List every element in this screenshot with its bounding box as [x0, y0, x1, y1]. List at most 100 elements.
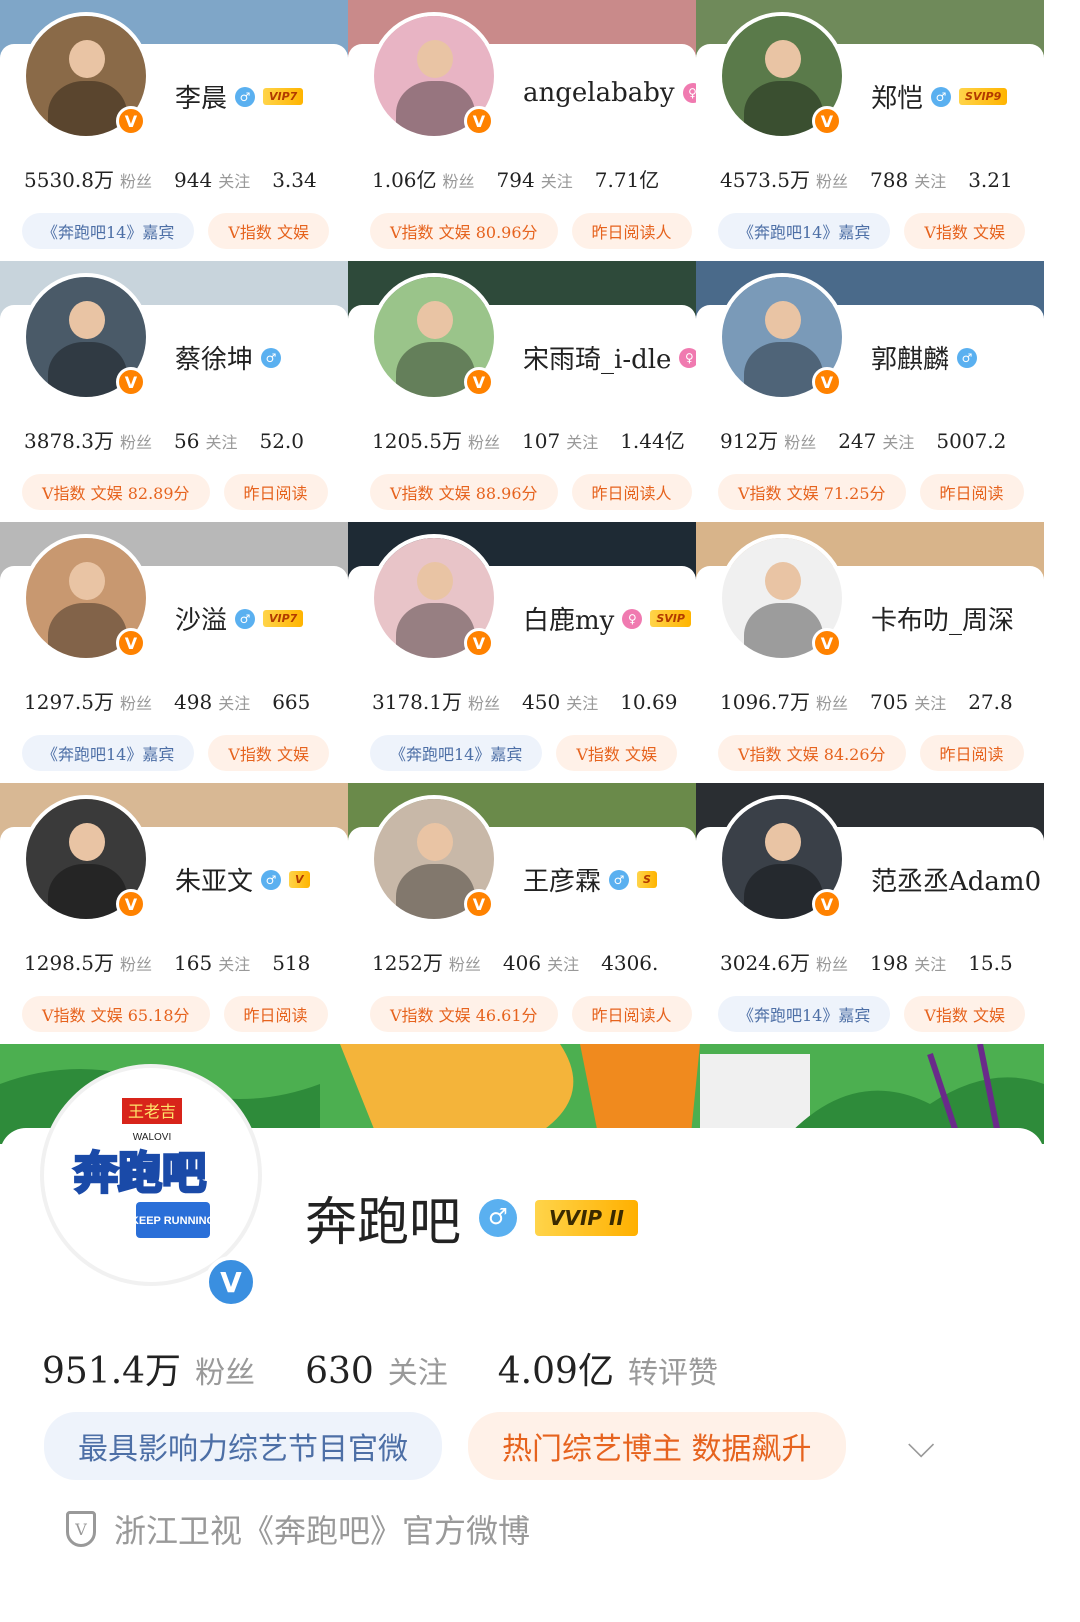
name-row: 郭麒麟 ♂: [871, 339, 978, 376]
profile-card[interactable]: Vangelababy ♀ 1.06亿 粉丝 794 关注 7.71亿 V指数 文娱 80.9…: [348, 0, 696, 261]
influence-tag[interactable]: 最具影响力综艺节目官微: [44, 1412, 442, 1480]
fans-count[interactable]: 1.06亿: [372, 168, 437, 192]
profile-tag[interactable]: V指数 文娱 46.61分: [370, 996, 558, 1032]
female-gender-icon: ♀: [682, 83, 696, 103]
profile-card[interactable]: V 李晨 ♂ VIP7 5530.8万 粉丝 944 关注 3.34 《奔跑吧14》嘉宾 V指数 文…: [0, 0, 348, 261]
female-gender-icon: ♀: [622, 608, 643, 629]
profile-tag[interactable]: 昨日阅读: [919, 474, 1024, 510]
profile-name: 蔡徐坤: [175, 345, 254, 375]
main-profile-card[interactable]: 王老吉 WALOVI 奔跑吧 KEEP RUNNING V 奔跑吧 ♂ VVIP…: [0, 1044, 1044, 1568]
profile-tag[interactable]: 昨日阅读: [919, 735, 1024, 771]
follow-label: 关注: [914, 694, 947, 713]
logo-top-text: 王老吉: [128, 1103, 176, 1121]
follow-count[interactable]: 406: [503, 951, 541, 975]
program-logo-avatar[interactable]: 王老吉 WALOVI 奔跑吧 KEEP RUNNING: [40, 1064, 262, 1286]
profile-card[interactable]: V 郭麒麟 ♂ 912万 粉丝 247 关注 5007.2 V指数 文娱 71.25分 昨日阅读: [696, 261, 1044, 522]
vip-badge[interactable]: SVIP: [650, 610, 691, 627]
fans-count[interactable]: 3178.1万: [372, 690, 462, 714]
follow-count[interactable]: 450: [522, 690, 560, 714]
profile-card[interactable]: V 卡布叻_周深 1096.7万 粉丝 705 关注 27.8 V指数 文娱 84.26分 昨日…: [696, 522, 1044, 783]
fans-count[interactable]: 4573.5万: [720, 168, 810, 192]
profile-card[interactable]: V 沙溢 ♂ VIP7 1297.5万 粉丝 498 关注 665 《奔跑吧14》嘉宾 V指数 文娱: [0, 522, 348, 783]
fans-count[interactable]: 951.4万: [42, 1351, 181, 1392]
profile-tag[interactable]: 昨日阅读人: [571, 213, 692, 249]
verified-orange-badge-icon: V: [812, 889, 842, 919]
name-row: 范丞丞Adam0: [871, 861, 1041, 898]
follow-count[interactable]: 944: [174, 168, 212, 192]
vip-badge[interactable]: VVIP II: [535, 1199, 638, 1236]
profile-tag[interactable]: V指数 文娱 65.18分: [22, 996, 210, 1032]
profile-stats: 5530.8万 粉丝 944 关注 3.34: [24, 164, 317, 193]
profile-tag[interactable]: 《奔跑吧14》嘉宾: [718, 213, 891, 249]
hot-variety-tag[interactable]: 热门综艺博主 数据飙升: [468, 1412, 846, 1480]
fans-count[interactable]: 1252万: [372, 951, 443, 975]
follow-count[interactable]: 788: [870, 168, 908, 192]
vip-badge[interactable]: S: [637, 871, 657, 888]
profile-card[interactable]: V 王彦霖 ♂ S 1252万 粉丝 406 关注 4306. V指数 文娱 46.61分 昨日阅读…: [348, 783, 696, 1044]
fans-count[interactable]: 1205.5万: [372, 429, 462, 453]
name-row: 郑恺 ♂ SVIP9: [871, 78, 1008, 115]
profile-tag[interactable]: 《奔跑吧14》嘉宾: [718, 996, 891, 1032]
profile-tag[interactable]: 昨日阅读人: [571, 996, 692, 1032]
profile-stats: 3878.3万 粉丝 56 关注 52.0: [24, 425, 304, 454]
follow-count[interactable]: 794: [497, 168, 535, 192]
follow-count[interactable]: 107: [522, 429, 560, 453]
follow-count[interactable]: 630: [305, 1351, 374, 1392]
profile-tag[interactable]: V指数 文娱: [208, 735, 330, 771]
profile-tags: V指数 文娱 71.25分 昨日阅读: [718, 474, 1024, 510]
fans-count[interactable]: 3024.6万: [720, 951, 810, 975]
profile-tag[interactable]: V指数 文娱 84.26分: [718, 735, 906, 771]
vip-badge[interactable]: VIP7: [263, 88, 304, 105]
profile-card[interactable]: V 郑恺 ♂ SVIP9 4573.5万 粉丝 788 关注 3.21 《奔跑吧14》嘉宾 V指数 …: [696, 0, 1044, 261]
fans-label: 粉丝: [442, 172, 475, 191]
follow-count[interactable]: 165: [174, 951, 212, 975]
follow-label: 关注: [218, 955, 251, 974]
profile-tag[interactable]: 《奔跑吧14》嘉宾: [22, 735, 195, 771]
profile-card[interactable]: V 宋雨琦_i-dle ♀ 1205.5万 粉丝 107 关注 1.44亿 V指数 文娱 88.…: [348, 261, 696, 522]
fans-label: 粉丝: [119, 955, 152, 974]
profile-name: 郭麒麟: [871, 345, 950, 375]
profile-tag[interactable]: V指数 文娱: [556, 735, 678, 771]
fans-count[interactable]: 1298.5万: [24, 951, 114, 975]
vip-badge[interactable]: VIP7: [263, 610, 304, 627]
profile-tag[interactable]: V指数 文娱 82.89分: [22, 474, 210, 510]
profile-tag[interactable]: V指数 文娱 80.96分: [370, 213, 558, 249]
profile-card[interactable]: V 蔡徐坤 ♂ 3878.3万 粉丝 56 关注 52.0 V指数 文娱 82.89分 昨日阅读: [0, 261, 348, 522]
fans-count[interactable]: 5530.8万: [24, 168, 114, 192]
profile-tag[interactable]: 昨日阅读: [223, 474, 328, 510]
profile-tag[interactable]: V指数 文娱: [208, 213, 330, 249]
fans-count[interactable]: 3878.3万: [24, 429, 114, 453]
follow-count[interactable]: 498: [174, 690, 212, 714]
verified-orange-badge-icon: V: [116, 106, 146, 136]
name-row: 朱亚文 ♂ V: [175, 861, 310, 898]
profile-name: 卡布叻_周深: [871, 606, 1015, 636]
follow-count[interactable]: 56: [174, 429, 199, 453]
profile-card[interactable]: V 范丞丞Adam0 3024.6万 粉丝 198 关注 15.5 《奔跑吧14》嘉宾 V指数 …: [696, 783, 1044, 1044]
logo-en-text: KEEP RUNNING: [131, 1215, 215, 1227]
follow-count[interactable]: 705: [870, 690, 908, 714]
profile-stats: 4573.5万 粉丝 788 关注 3.21: [720, 164, 1013, 193]
vip-badge[interactable]: V: [289, 871, 310, 888]
fans-count[interactable]: 912万: [720, 429, 778, 453]
profile-tag[interactable]: V指数 文娱: [904, 996, 1026, 1032]
follow-count[interactable]: 247: [838, 429, 876, 453]
profile-tag[interactable]: 昨日阅读: [223, 996, 328, 1032]
profile-card[interactable]: V 白鹿my ♀ SVIP 3178.1万 粉丝 450 关注 10.69 《奔跑吧14》嘉宾 V指…: [348, 522, 696, 783]
profile-tag[interactable]: 《奔跑吧14》嘉宾: [22, 213, 195, 249]
chevron-down-icon[interactable]: ⌵: [908, 1425, 935, 1467]
fans-count[interactable]: 1297.5万: [24, 690, 114, 714]
main-tags: 最具影响力综艺节目官微 热门综艺博主 数据飙升 ⌵: [44, 1412, 935, 1480]
profile-tag[interactable]: 《奔跑吧14》嘉宾: [370, 735, 543, 771]
profile-tags: 《奔跑吧14》嘉宾 V指数 文娱: [370, 735, 678, 771]
profile-tag[interactable]: V指数 文娱 71.25分: [718, 474, 906, 510]
profile-tag[interactable]: 昨日阅读人: [571, 474, 692, 510]
interact-count: 10.69: [620, 690, 678, 714]
fans-count[interactable]: 1096.7万: [720, 690, 810, 714]
profile-card[interactable]: V 朱亚文 ♂ V 1298.5万 粉丝 165 关注 518 V指数 文娱 65.18分 昨日阅读: [0, 783, 348, 1044]
profile-tag[interactable]: V指数 文娱: [904, 213, 1026, 249]
interact-count: 3.21: [968, 168, 1013, 192]
profile-name: 白鹿my: [523, 606, 615, 636]
follow-count[interactable]: 198: [870, 951, 908, 975]
profile-tag[interactable]: V指数 文娱 88.96分: [370, 474, 558, 510]
vip-badge[interactable]: SVIP9: [959, 88, 1008, 105]
